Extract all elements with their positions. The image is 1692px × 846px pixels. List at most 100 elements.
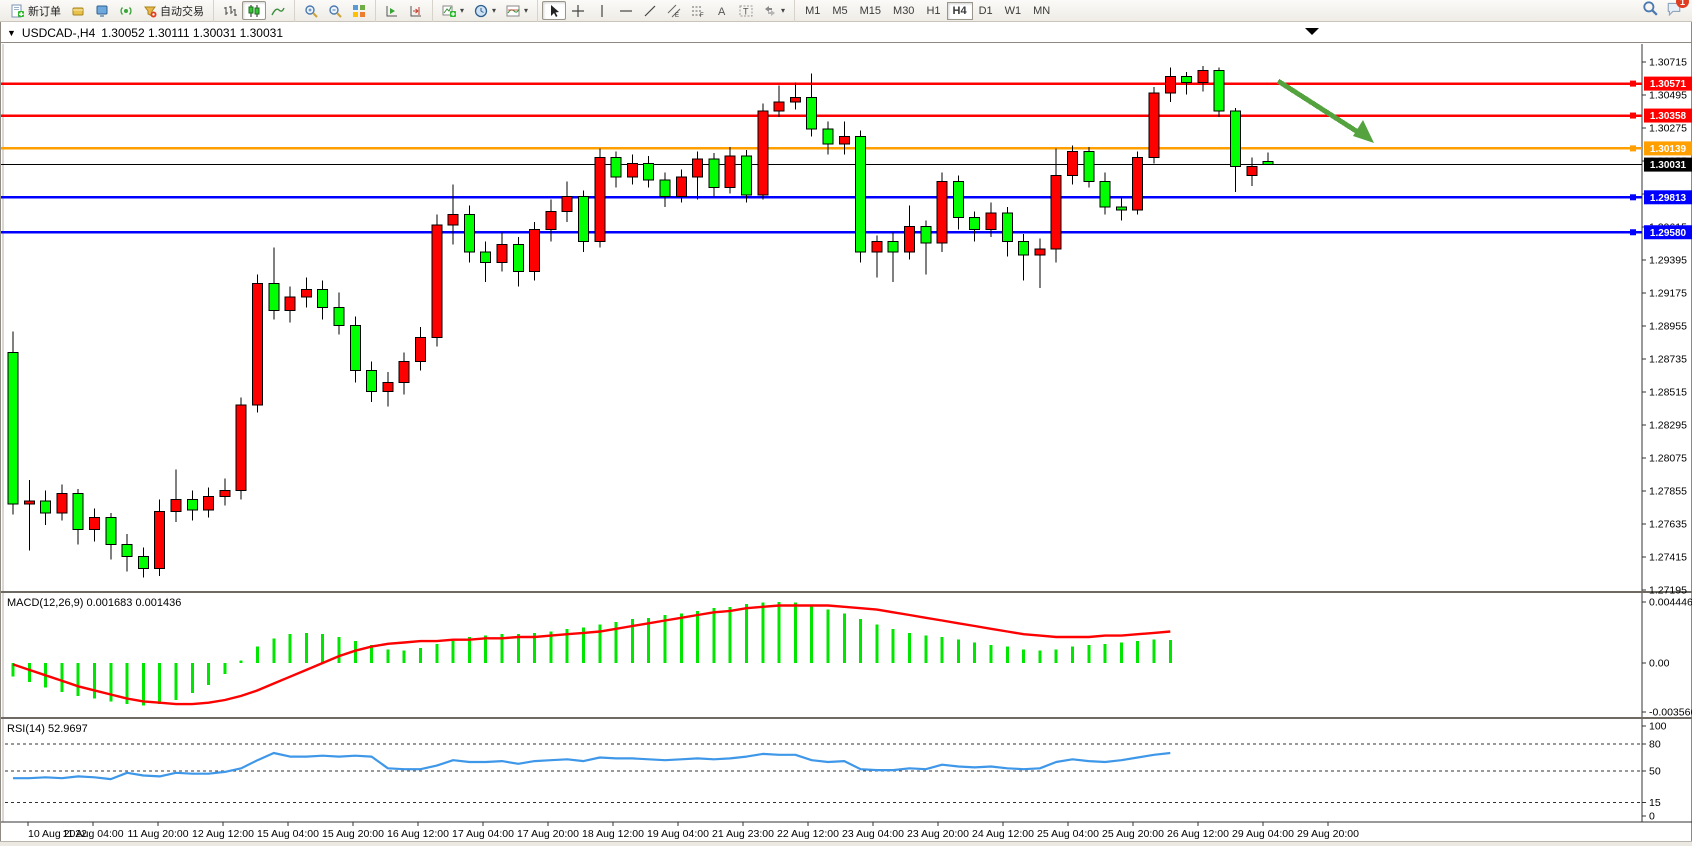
timeframe-button-m5[interactable]: M5 [826,2,853,20]
line-chart-button[interactable] [266,1,290,20]
candle-bearish [513,244,523,271]
price-tick-label: 1.28295 [1649,420,1687,432]
candles-icon [247,4,261,18]
zoom-in-button[interactable] [299,1,323,20]
macd-histogram-bar [207,663,210,685]
chart-shift-button[interactable] [404,1,428,20]
candle-chart-button[interactable] [242,1,266,20]
candle-bearish [888,241,898,252]
macd-histogram-bar [272,638,275,663]
autotrade-icon [143,4,157,18]
fibo-icon: F [691,4,705,18]
candle-bullish [448,214,458,225]
macd-axis-label: 0.004446 [1649,597,1692,609]
text-button[interactable]: A [710,1,734,20]
cursor-icon [547,4,561,18]
auto-trading-button[interactable]: 自动交易 [138,1,209,20]
candle-bullish [1149,93,1159,158]
periods-button[interactable]: ▾ [469,1,501,20]
candle-bullish [627,163,637,177]
candle-bearish [187,499,197,510]
zoom-out-button[interactable] [323,1,347,20]
candle-bearish [41,501,51,513]
timeframe-button-w1[interactable]: W1 [999,2,1028,20]
macd-histogram-bar [77,663,80,696]
macd-histogram-bar [843,614,846,663]
timeframe-button-d1[interactable]: D1 [973,2,999,20]
clock-icon [474,4,488,18]
chart-shift-marker-icon[interactable] [1305,28,1319,35]
candle-bullish [790,97,800,102]
chart-profiles-button[interactable] [66,1,90,20]
macd-histogram-bar [403,651,406,663]
macd-histogram-bar [1055,649,1058,663]
trend-arrow-head[interactable] [1353,120,1374,143]
candle-bullish [253,283,263,405]
chevron-down-icon[interactable]: ▾ [492,6,496,15]
vline-icon [595,4,609,18]
cursor-button[interactable] [542,1,566,20]
window-bottom-edge [0,841,1692,846]
trendline-button[interactable] [638,1,662,20]
auto-trading-button-label: 自动交易 [160,3,204,19]
signals-button[interactable] [114,1,138,20]
candle-bearish [1002,213,1012,242]
timeframe-button-m30[interactable]: M30 [887,2,920,20]
chart-canvas[interactable]: 1.307151.304951.302751.300551.298351.296… [1,22,1692,841]
shapes-button[interactable]: ▾ [758,1,790,20]
macd-histogram-bar [1153,640,1156,663]
macd-histogram-bar [810,605,813,663]
macd-histogram-bar [484,636,487,663]
timeframe-button-h4[interactable]: H4 [947,2,973,20]
crosshair-button[interactable] [566,1,590,20]
candle-bullish [725,156,735,188]
level-line-handle[interactable] [1630,81,1636,87]
candle-bearish [318,289,328,307]
macd-histogram-bar [1071,647,1074,663]
rsi-indicator-label: RSI(14) 52.9697 [7,723,88,735]
level-line-handle[interactable] [1630,145,1636,151]
timeframe-button-mn[interactable]: MN [1027,2,1056,20]
macd-histogram-bar [957,640,960,663]
candle-bullish [301,289,311,297]
level-line-handle[interactable] [1630,194,1636,200]
macd-histogram-bar [419,648,422,663]
level-line-handle[interactable] [1630,113,1636,119]
label-button[interactable]: T [734,1,758,20]
tile-windows-button[interactable] [347,1,371,20]
macd-signal-line [13,606,1170,705]
vline-button[interactable] [590,1,614,20]
chevron-down-icon[interactable]: ▾ [781,6,785,15]
timeframe-button-m1[interactable]: M1 [799,2,826,20]
hline-button[interactable] [614,1,638,20]
timeframe-button-h1[interactable]: H1 [920,2,946,20]
templates-button[interactable]: ▾ [501,1,533,20]
indicators-button[interactable]: ▾ [437,1,469,20]
candle-bullish [204,496,214,510]
search-button[interactable] [1642,0,1658,21]
channel-button[interactable]: E [662,1,686,20]
notifications-button[interactable]: 1 [1666,0,1682,21]
time-tick-label: 24 Aug 12:00 [972,828,1034,840]
rsi-axis-label: 80 [1649,739,1661,751]
fibo-button[interactable]: F [686,1,710,20]
candle-bearish [367,370,377,391]
candle-bullish [57,493,67,513]
bar-chart-button[interactable] [218,1,242,20]
candle-bullish [676,177,686,197]
candle-bearish [970,217,980,229]
timeframe-button-m15[interactable]: M15 [854,2,887,20]
template-icon [506,4,520,18]
market-watch-button[interactable] [90,1,114,20]
macd-histogram-bar [892,629,895,663]
level-line-handle[interactable] [1630,229,1636,235]
chevron-down-icon[interactable]: ▾ [524,6,528,15]
svg-text:F: F [700,13,704,18]
rsi-axis-label: 50 [1649,766,1661,778]
macd-histogram-bar [175,663,178,700]
time-tick-label: 23 Aug 20:00 [907,828,969,840]
candle-bullish [383,382,393,391]
auto-scroll-button[interactable] [380,1,404,20]
new-order-button[interactable]: 新订单 [6,1,66,20]
chevron-down-icon[interactable]: ▾ [460,6,464,15]
